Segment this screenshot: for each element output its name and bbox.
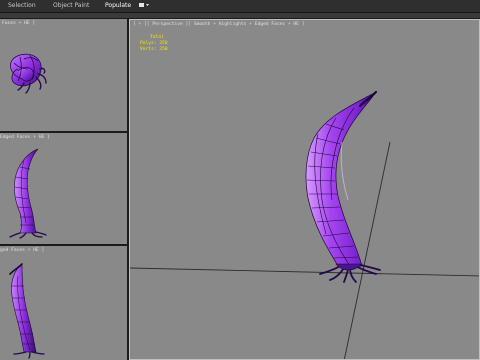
ground-grid xyxy=(130,141,479,359)
viewport-front[interactable]: Edged Faces + HE ] xyxy=(0,133,127,244)
tentacle-front-mesh xyxy=(9,148,47,239)
ribbon-options-dropdown-icon[interactable] xyxy=(139,2,150,9)
viewport-top[interactable]: Faces + HE ] xyxy=(0,19,127,131)
tab-populate[interactable]: Populate xyxy=(105,1,131,11)
coiled-tentacle-mesh xyxy=(10,53,47,94)
tentacle-side-mesh xyxy=(9,263,45,359)
ribbon-panel-strip xyxy=(0,13,480,18)
tab-object-paint[interactable]: Object Paint xyxy=(53,1,89,11)
perspective-scene xyxy=(130,90,479,359)
ribbon-bar: Selection Object Paint Populate xyxy=(0,0,480,13)
viewport-left[interactable]: ged Faces + HE ] xyxy=(0,246,127,360)
tab-selection[interactable]: Selection xyxy=(8,1,36,11)
viewport-perspective[interactable]: [ + ][ Perspective ][ Smooth + Highlight… xyxy=(129,19,480,360)
tentacle-mesh xyxy=(305,90,381,283)
